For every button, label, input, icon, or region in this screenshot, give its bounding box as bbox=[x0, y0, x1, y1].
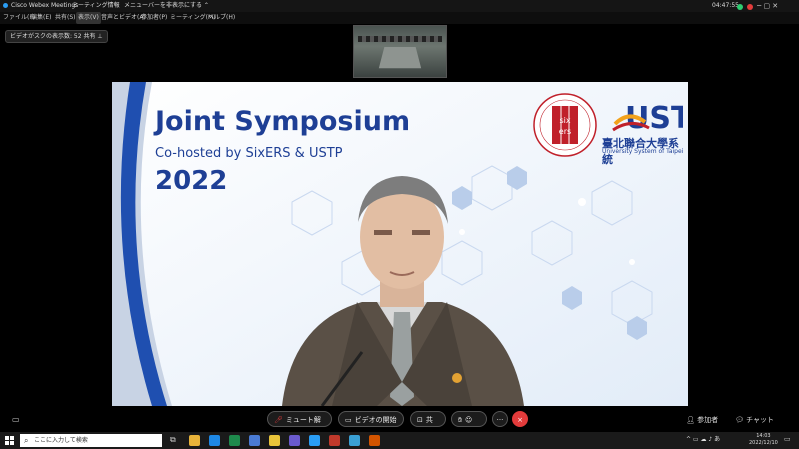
captions-icon[interactable]: ▭ bbox=[12, 415, 20, 424]
ust-subtitle: University System of Taipei bbox=[602, 148, 684, 155]
menu-item-help[interactable]: ヘルプ(H) bbox=[208, 12, 235, 24]
participants-button[interactable]: 👤︎ 参加者 bbox=[686, 414, 718, 426]
more-options-button[interactable]: ··· bbox=[492, 411, 508, 427]
participants-icon: 👤︎ bbox=[686, 416, 695, 424]
mic-muted-icon: 🎤︎ bbox=[274, 416, 283, 424]
share-button[interactable]: ⊡共有 bbox=[410, 411, 446, 440]
menu-bar: ファイル(F) 編集(E) 共有(S) 表示(V) 音声とビデオ(A) 参加者(… bbox=[0, 12, 799, 24]
windows-taskbar: ここに入力して検索 ⧉ ^ ▭ ☁ ♪ あ 14:03 2022/12/10 ▭ bbox=[0, 432, 799, 449]
excel-icon[interactable] bbox=[229, 435, 240, 446]
main-video-stage[interactable]: Joint Symposium Co-hosted by SixERS & US… bbox=[112, 82, 688, 406]
hand-icon: ✋︎ bbox=[458, 416, 462, 424]
webex-window-icon[interactable] bbox=[349, 435, 360, 446]
task-view-icon[interactable]: ⧉ bbox=[170, 435, 181, 446]
teams-icon[interactable] bbox=[289, 435, 300, 446]
app-icon[interactable] bbox=[369, 435, 380, 446]
svg-text:six: six bbox=[559, 116, 570, 125]
video-off-icon: ▭ bbox=[345, 416, 352, 424]
thumbnail-people bbox=[358, 36, 442, 42]
start-video-button[interactable]: ▭ ビデオの開始 bbox=[338, 411, 404, 427]
app-title: Cisco Webex Meetings bbox=[3, 0, 78, 12]
thumbnail-table bbox=[378, 46, 422, 69]
menu-item-share[interactable]: 共有(S) bbox=[55, 12, 76, 24]
svg-text:ers: ers bbox=[559, 127, 571, 136]
taskbar-clock[interactable]: 14:03 2022/12/10 bbox=[749, 433, 778, 447]
speaker-video bbox=[282, 176, 524, 406]
meeting-info-button[interactable]: ミーティング情報 bbox=[72, 0, 120, 12]
end-meeting-button[interactable]: × bbox=[512, 411, 528, 427]
reaction-icon: ☺ bbox=[465, 416, 473, 424]
menu-item-edit[interactable]: 編集(E) bbox=[31, 12, 51, 24]
taskbar-search-input[interactable]: ここに入力して検索 bbox=[20, 434, 162, 447]
chrome-icon[interactable] bbox=[249, 435, 260, 446]
reactions-button[interactable]: ✋︎ ☺ bbox=[451, 411, 487, 427]
window-controls[interactable]: ─ ▢ ✕ bbox=[757, 0, 778, 12]
share-icon: ⊡ bbox=[417, 416, 423, 424]
layout-selector[interactable]: ビデオがスクの表示数: 52 共有 ⊥ bbox=[5, 30, 108, 43]
chat-icon: 💬︎ bbox=[735, 416, 744, 424]
file-explorer-icon[interactable] bbox=[189, 435, 200, 446]
participant-thumbnail[interactable] bbox=[353, 25, 447, 78]
sixers-logo-icon: six ers bbox=[533, 93, 597, 157]
title-bar: Cisco Webex Meetings ミーティング情報 メニューバーを非表示… bbox=[0, 0, 799, 12]
slide-year: 2022 bbox=[155, 166, 228, 196]
menu-item-audio-video[interactable]: 音声とビデオ(A) bbox=[101, 12, 146, 24]
menu-item-participants[interactable]: 参加者(P) bbox=[141, 12, 167, 24]
system-tray[interactable]: ^ ▭ ☁ ♪ あ bbox=[686, 434, 720, 443]
notifications-icon[interactable]: ▭ bbox=[784, 435, 791, 443]
menu-item-view[interactable]: 表示(V) bbox=[76, 12, 101, 24]
unmute-button[interactable]: 🎤︎ミュート解除 bbox=[267, 411, 332, 440]
sticky-notes-icon[interactable] bbox=[269, 435, 280, 446]
windows-start-icon[interactable] bbox=[5, 436, 14, 445]
edge-icon[interactable] bbox=[209, 435, 220, 446]
connection-status-icon bbox=[737, 4, 743, 10]
meeting-clock: 04:47:55 bbox=[712, 2, 739, 9]
hide-menubar-button[interactable]: メニューバーを非表示にする ⌃ bbox=[124, 0, 209, 12]
powerpoint-icon[interactable] bbox=[329, 435, 340, 446]
slide-headline: Joint Symposium bbox=[155, 106, 411, 137]
chat-button[interactable]: 💬︎ チャット bbox=[735, 414, 774, 426]
webex-icon[interactable] bbox=[309, 435, 320, 446]
record-status-icon bbox=[746, 4, 753, 10]
